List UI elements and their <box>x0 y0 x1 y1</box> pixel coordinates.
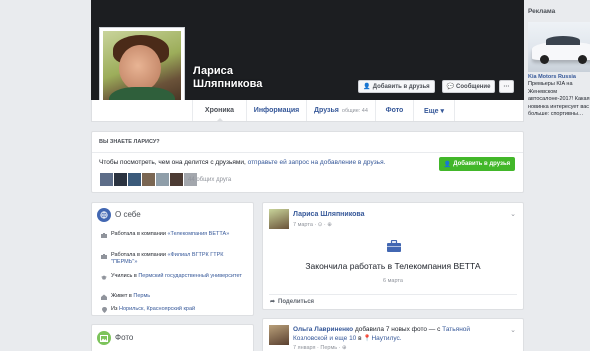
share-button-label: Поделиться <box>278 298 315 305</box>
post-author[interactable]: Ольга Лавриненко <box>293 326 353 333</box>
intro-work-2: Работала в компании «Филиал ВГТРК ГТРК "… <box>101 252 246 266</box>
send-friend-request-link[interactable]: отправьте ей запрос на добавление в друз… <box>248 159 386 166</box>
ad-text-line: Премьеры KIA на <box>528 81 573 87</box>
timeline-post: Ольга Лавриненко добавила 7 новых фото —… <box>262 318 524 351</box>
tab-photos[interactable]: Фото <box>375 100 413 121</box>
tab-about[interactable]: Информация <box>246 100 306 121</box>
intro-education: Учились в Пермский государственный униве… <box>101 273 246 280</box>
chevron-down-icon[interactable]: ⌄ <box>510 326 516 334</box>
ad-text-line: больше: спортивны… <box>528 111 584 117</box>
do-you-know-card: ВЫ ЗНАЕТЕ ЛАРИСУ? Чтобы посмотреть, чем … <box>91 131 524 193</box>
mutual-friend-avatar[interactable] <box>142 173 155 186</box>
tab-friends[interactable]: Друзья общие: 44 <box>306 100 375 121</box>
mutual-friends-count[interactable]: 44 общих друга <box>188 177 231 183</box>
do-you-know-prefix: Чтобы посмотреть, чем она делится с друз… <box>99 159 248 166</box>
add-person-icon: 👤 <box>363 84 371 90</box>
home-icon <box>101 294 107 300</box>
post-meta: 7 января · Пермь · ⊕ <box>293 345 347 351</box>
tab-friends-label: Друзья <box>314 107 339 114</box>
message-button[interactable]: 💬 Сообщение <box>442 80 495 93</box>
mutual-friend-avatar[interactable] <box>170 173 183 186</box>
tab-timeline[interactable]: Хроника <box>192 100 246 121</box>
profile-tab-bar: Хроника Информация Друзья общие: 44 Фото… <box>91 100 524 122</box>
profile-name[interactable]: Лариса Шляпникова <box>193 65 262 91</box>
add-friend-button-label: Добавить в друзья <box>372 83 430 90</box>
tab-friends-count: общие: 44 <box>341 107 368 114</box>
profile-name-first: Лариса <box>193 65 233 77</box>
briefcase-icon <box>387 240 401 252</box>
message-icon: 💬 <box>446 84 455 90</box>
intro-card: О себе Работала в компании «Телекомпания… <box>91 202 254 316</box>
post-meta: 7 марта · ⊙ · ⊕ <box>293 222 332 228</box>
intro-education-link[interactable]: Пермский государственный университет <box>138 273 242 279</box>
globe-icon <box>97 208 111 222</box>
more-options-button[interactable]: ··· <box>499 80 514 93</box>
mutual-friend-avatar[interactable] <box>128 173 141 186</box>
intro-education-prefix: Учились в <box>111 273 139 279</box>
chevron-down-icon[interactable]: ⌄ <box>510 210 516 218</box>
post-location-link[interactable]: Наутилус. <box>371 335 401 342</box>
ad-text-line: Женевском <box>528 88 558 95</box>
profile-name-last: Шляпникова <box>193 78 263 90</box>
tab-more[interactable]: Еще ▾ <box>413 100 455 121</box>
tab-about-label: Информация <box>253 107 300 114</box>
ad-text-line: автосалоне-2017! Какая <box>528 96 590 102</box>
briefcase-icon <box>101 253 107 259</box>
mutual-friend-avatar[interactable] <box>100 173 113 186</box>
post-action: добавила 7 новых фото — с <box>353 326 443 333</box>
intro-from-prefix: Из <box>111 306 120 312</box>
post-headline: Ольга Лавриненко добавила 7 новых фото —… <box>293 325 493 343</box>
add-friend-primary-button[interactable]: 👤 Добавить в друзья <box>439 157 515 171</box>
share-button[interactable]: ➦ Поделиться <box>270 298 315 306</box>
intro-lives-in-prefix: Живет в <box>111 293 134 299</box>
location-pin-icon <box>101 307 107 313</box>
avatar[interactable] <box>269 209 289 229</box>
tab-photos-label: Фото <box>385 107 404 114</box>
ad-text[interactable]: Премьеры KIA на Женевском автосалоне-201… <box>528 81 590 119</box>
ad-image[interactable] <box>528 22 590 72</box>
share-icon: ➦ <box>270 299 276 305</box>
divider <box>269 294 517 295</box>
intro-title: О себе <box>115 210 141 219</box>
intro-work-2-prefix: Работала в компании <box>111 252 168 258</box>
car-image <box>532 36 590 64</box>
intro-lives-in-link[interactable]: Пермь <box>133 293 150 299</box>
graduation-cap-icon <box>101 274 107 280</box>
more-icon: ··· <box>503 83 510 90</box>
tab-timeline-label: Хроника <box>204 107 235 114</box>
intro-from: Из Норильск, Красноярский край <box>101 306 246 313</box>
post-author[interactable]: Лариса Шляпникова <box>293 211 365 218</box>
intro-from-link[interactable]: Норильск, Красноярский край <box>119 306 195 312</box>
photos-title[interactable]: Фото <box>115 333 133 342</box>
photo-icon <box>97 331 111 345</box>
intro-work-1: Работала в компании «Телекомпания ВЕТТА» <box>101 231 246 238</box>
do-you-know-text: Чтобы посмотреть, чем она делится с друз… <box>99 159 385 166</box>
message-button-label: Сообщение <box>456 83 491 90</box>
life-event-date: 6 марта <box>383 278 403 284</box>
add-friend-button[interactable]: 👤 Добавить в друзья <box>358 80 435 93</box>
ads-title: Реклама <box>528 8 556 15</box>
photos-card: Фото <box>91 324 254 351</box>
briefcase-icon <box>101 232 107 238</box>
do-you-know-title: ВЫ ЗНАЕТЕ ЛАРИСУ? <box>99 139 160 145</box>
add-friend-primary-label: Добавить в друзья <box>453 161 511 167</box>
ad-brand-link[interactable]: Kia Motors Russia <box>528 74 576 80</box>
avatar[interactable] <box>269 325 289 345</box>
ad-text-line: новинка интересует вас <box>528 103 590 110</box>
intro-work-1-prefix: Работала в компании <box>111 231 168 237</box>
life-event-title: Закончила работать в Телекомпания ВЕТТА <box>305 261 481 271</box>
add-person-icon: 👤 <box>443 161 452 168</box>
intro-lives-in: Живет в Пермь <box>101 293 246 300</box>
mutual-friend-avatar[interactable] <box>114 173 127 186</box>
tab-more-label: Еще ▾ <box>424 107 444 115</box>
intro-work-1-link[interactable]: «Телекомпания ВЕТТА» <box>167 231 229 237</box>
timeline-post: Лариса Шляпникова 7 марта · ⊙ · ⊕ ⌄ Зако… <box>262 202 524 310</box>
divider <box>92 152 523 153</box>
mutual-friends-thumbnails <box>100 173 197 186</box>
mutual-friend-avatar[interactable] <box>156 173 169 186</box>
